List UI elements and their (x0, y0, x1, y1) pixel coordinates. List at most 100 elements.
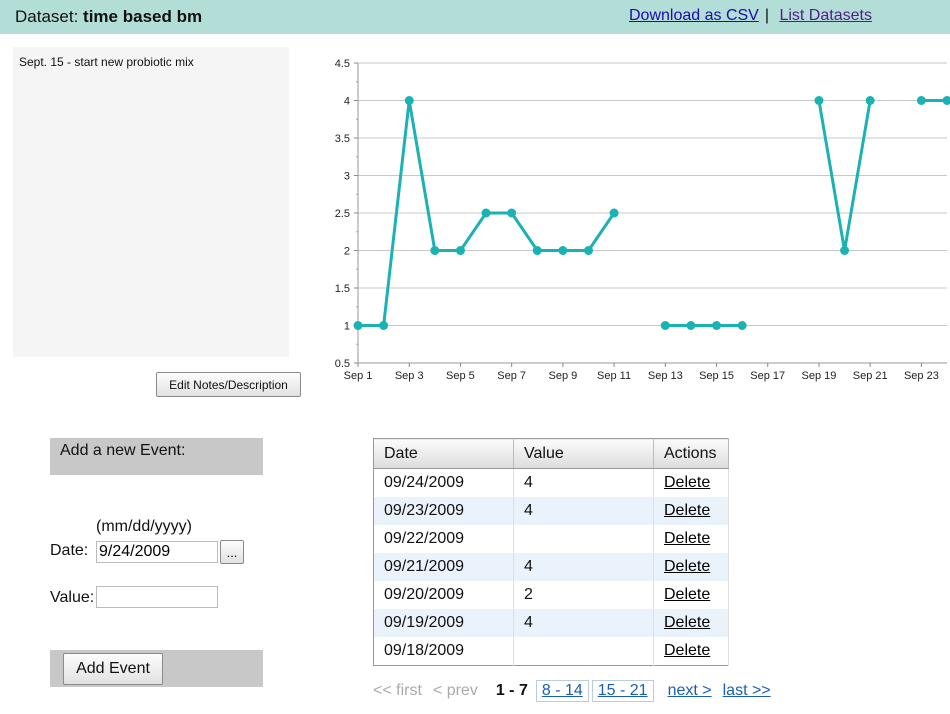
column-header-value[interactable]: Value (513, 438, 654, 469)
table-row: 09/24/2009 4 Delete (373, 468, 729, 497)
delete-link[interactable]: Delete (664, 614, 710, 631)
pager-last[interactable]: last >> (723, 682, 771, 700)
pager-next[interactable]: next > (668, 682, 712, 700)
table-row: 09/18/2009 Delete (373, 637, 729, 666)
page-title: Dataset: time based bm (15, 7, 202, 27)
x-tick-label: Sep 13 (648, 370, 683, 382)
x-tick-label: Sep 19 (802, 370, 837, 382)
cell-actions: Delete (653, 637, 729, 666)
y-tick-label: 1 (344, 321, 350, 333)
date-format-hint: (mm/dd/yyyy) (96, 518, 192, 535)
x-tick-label: Sep 17 (750, 370, 785, 382)
notes-text: Sept. 15 - start new probiotic mix (19, 55, 194, 69)
pager-prev: < prev (432, 682, 478, 699)
header-bar: Dataset: time based bm Download as CSV | … (0, 0, 950, 34)
cell-actions: Delete (653, 525, 729, 553)
cell-value: 2 (513, 581, 654, 609)
cell-date: 09/20/2009 (373, 581, 514, 609)
x-tick-label: Sep 3 (395, 370, 424, 382)
list-datasets-link[interactable]: List Datasets (779, 7, 871, 24)
data-point (353, 321, 363, 330)
table-row: 09/20/2009 2 Delete (373, 581, 729, 609)
x-tick-label: Sep 23 (904, 370, 939, 382)
header-links: Download as CSV | List Datasets (629, 7, 872, 25)
delete-link[interactable]: Delete (664, 530, 710, 547)
data-point (686, 321, 696, 330)
data-point (609, 208, 619, 218)
y-tick-label: 2 (344, 246, 350, 258)
add-event-title: Add a new Event: (60, 442, 186, 459)
data-point (532, 246, 542, 255)
data-point (558, 246, 568, 255)
y-tick-label: 3.5 (335, 133, 350, 145)
delete-link[interactable]: Delete (664, 586, 710, 603)
data-point (865, 96, 875, 105)
pager-page-8-14[interactable]: 8 - 14 (535, 680, 589, 702)
cell-actions: Delete (653, 468, 729, 497)
cell-value: 4 (513, 497, 654, 525)
date-picker-button[interactable]: ... (220, 540, 244, 564)
data-point (814, 96, 824, 105)
data-point (507, 208, 517, 218)
y-tick-label: 0.5 (335, 358, 350, 370)
data-point (840, 246, 850, 255)
data-point (583, 246, 593, 255)
column-header-actions: Actions (653, 438, 729, 469)
y-tick-label: 4 (344, 96, 350, 108)
column-header-date[interactable]: Date (373, 438, 514, 469)
date-input[interactable] (96, 541, 218, 563)
delete-link[interactable]: Delete (664, 502, 710, 519)
title-prefix: Dataset: (15, 7, 79, 26)
data-point (942, 96, 950, 105)
delete-link[interactable]: Delete (664, 474, 710, 491)
pagination: << first < prev 1 - 7 8 - 14 15 - 21 nex… (373, 680, 771, 702)
add-event-button[interactable]: Add Event (63, 653, 163, 685)
data-point (404, 96, 414, 105)
data-point (916, 96, 926, 105)
table-header-row: Date Value Actions (373, 438, 729, 469)
cell-value (513, 525, 654, 553)
cell-actions: Delete (653, 609, 729, 637)
edit-notes-button[interactable]: Edit Notes/Description (156, 372, 301, 397)
dataset-name: time based bm (83, 7, 203, 26)
delete-link[interactable]: Delete (664, 642, 710, 659)
data-point (481, 208, 491, 218)
value-input[interactable] (96, 586, 218, 608)
y-tick-label: 1.5 (335, 283, 350, 295)
table-row: 09/21/2009 4 Delete (373, 553, 729, 581)
add-event-heading: Add a new Event: (50, 438, 263, 475)
table-row: 09/22/2009 Delete (373, 525, 729, 553)
cell-value (513, 637, 654, 666)
date-label: Date: (50, 542, 89, 559)
data-point (712, 321, 722, 330)
pager-page-15-21[interactable]: 15 - 21 (591, 680, 654, 702)
x-tick-label: Sep 7 (497, 370, 526, 382)
data-point (379, 321, 389, 330)
data-point (430, 246, 440, 255)
data-point (455, 246, 465, 255)
value-label: Value: (50, 589, 95, 606)
data-point (737, 321, 747, 330)
table-row: 09/19/2009 4 Delete (373, 609, 729, 637)
pager-first: << first (373, 682, 422, 699)
pager-current: 1 - 7 (495, 682, 528, 699)
events-table: Date Value Actions 09/24/2009 4 Delete 0… (373, 438, 729, 666)
download-csv-link[interactable]: Download as CSV (629, 7, 759, 24)
x-tick-label: Sep 21 (853, 370, 888, 382)
x-tick-label: Sep 11 (597, 370, 631, 382)
delete-link[interactable]: Delete (664, 558, 710, 575)
data-point (660, 321, 670, 330)
cell-date: 09/23/2009 (373, 497, 514, 525)
cell-actions: Delete (653, 497, 729, 525)
cell-date: 09/21/2009 (373, 553, 514, 581)
cell-value: 4 (513, 609, 654, 637)
cell-actions: Delete (653, 581, 729, 609)
table-row: 09/23/2009 4 Delete (373, 497, 729, 525)
dataset-chart: 0.5 1 1.5 2 2.5 3 3.5 4 4.5 Sep 1 Sep 3 Sep 5 Sep 7 S… (335, 58, 950, 382)
cell-actions: Delete (653, 553, 729, 581)
y-tick-label: 2.5 (335, 208, 350, 220)
x-tick-label: Sep 5 (446, 370, 475, 382)
cell-date: 09/19/2009 (373, 609, 514, 637)
x-tick-label: Sep 1 (344, 370, 373, 382)
x-tick-label: Sep 15 (699, 370, 734, 382)
